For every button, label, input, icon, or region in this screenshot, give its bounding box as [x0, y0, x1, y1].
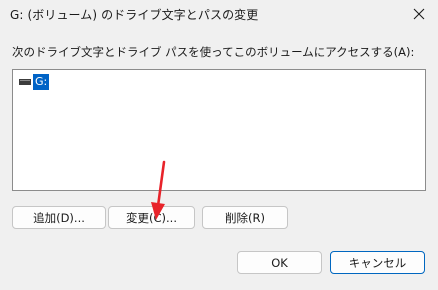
drive-letter-list[interactable]: G:: [12, 69, 426, 191]
change-button[interactable]: 変更(C)...: [108, 206, 195, 229]
close-icon: [413, 8, 425, 20]
list-item[interactable]: G:: [19, 74, 50, 90]
title-bar: G: (ボリューム) のドライブ文字とパスの変更: [0, 0, 438, 28]
access-prompt-label: 次のドライブ文字とドライブ パスを使ってこのボリュームにアクセスする(A):: [12, 45, 415, 59]
add-button[interactable]: 追加(D)...: [12, 206, 106, 229]
cancel-button[interactable]: キャンセル: [330, 251, 425, 274]
dialog-title: G: (ボリューム) のドライブ文字とパスの変更: [10, 8, 259, 22]
drive-icon: [19, 74, 31, 90]
drive-letter-label: G:: [33, 74, 50, 90]
close-button[interactable]: [400, 0, 438, 28]
ok-button[interactable]: OK: [237, 251, 322, 274]
change-drive-letter-dialog: G: (ボリューム) のドライブ文字とパスの変更 次のドライブ文字とドライブ パ…: [0, 0, 438, 290]
remove-button[interactable]: 削除(R): [202, 206, 288, 229]
